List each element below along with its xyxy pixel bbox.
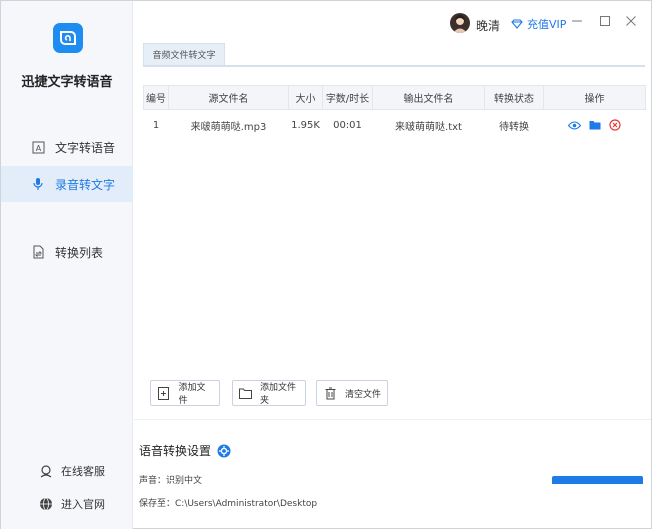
document-a-icon: A	[31, 140, 45, 154]
gear-icon[interactable]	[217, 444, 231, 458]
sidebar-item-convert-list[interactable]: 转换列表	[1, 234, 133, 270]
official-site-label: 进入官网	[61, 498, 105, 511]
table-row[interactable]: 1 来啵萌萌哒.mp3 1.95K 00:01 来啵萌萌哒.txt 待转换	[144, 110, 646, 141]
cell-status: 待转换	[499, 121, 529, 133]
vip-label: 充值VIP	[527, 18, 567, 31]
maximize-button[interactable]	[597, 13, 613, 29]
clear-files-button[interactable]: 清空文件	[316, 380, 388, 406]
header-size: 大小	[288, 85, 323, 110]
delete-circle-icon[interactable]	[609, 119, 621, 131]
settings-title-label: 语音转换设置	[139, 444, 212, 458]
username[interactable]: 晚清	[476, 17, 500, 34]
online-service-label: 在线客服	[61, 465, 105, 478]
sidebar-item-label: 录音转文字	[55, 177, 116, 192]
cell-index: 1	[152, 119, 160, 131]
customer-service-icon	[39, 464, 53, 478]
tab-underline	[143, 65, 645, 67]
sidebar-item-label: 转换列表	[55, 245, 104, 260]
svg-text:A: A	[35, 144, 41, 153]
header-output-file: 输出文件名	[372, 85, 485, 110]
microphone-icon	[31, 177, 45, 191]
add-folder-label: 添加文件夹	[260, 383, 297, 406]
table-header-row: 编号 源文件名 大小 字数/时长 输出文件名 转换状态 操作	[143, 85, 646, 110]
clear-files-label: 清空文件	[345, 389, 382, 400]
sidebar-item-text-to-speech[interactable]: A 文字转语音	[1, 129, 133, 165]
trash-icon	[323, 386, 337, 400]
header-duration: 字数/时长	[322, 85, 373, 110]
add-folder-button[interactable]: 添加文件夹	[232, 380, 306, 406]
online-service-link[interactable]: 在线客服	[1, 460, 133, 482]
voice-setting[interactable]: 声音：识别中文	[139, 473, 202, 486]
header-index: 编号	[143, 85, 169, 110]
cell-output-file: 来啵萌萌哒.txt	[395, 121, 462, 133]
diamond-icon	[511, 19, 523, 29]
recharge-vip-button[interactable]: 充值VIP	[511, 16, 566, 32]
app-logo-icon	[53, 23, 83, 53]
open-folder-icon[interactable]	[589, 120, 601, 130]
header-source-file: 源文件名	[168, 85, 289, 110]
settings-title: 语音转换设置	[139, 442, 231, 459]
file-table: 编号 源文件名 大小 字数/时长 输出文件名 转换状态 操作 1 来啵萌萌哒.m…	[143, 85, 646, 140]
tab-audio-to-text[interactable]: 音频文件转文字	[143, 43, 225, 65]
add-file-icon	[157, 386, 170, 400]
folder-icon	[239, 386, 252, 400]
avatar[interactable]	[450, 13, 470, 33]
cell-source-file: 来啵萌萌哒.mp3	[190, 121, 267, 133]
sidebar-item-speech-to-text[interactable]: 录音转文字	[1, 166, 133, 202]
cell-duration: 00:01	[333, 119, 362, 131]
cell-size: 1.95K	[291, 119, 320, 131]
minimize-button[interactable]	[569, 13, 585, 29]
start-convert-button[interactable]	[552, 476, 643, 484]
save-path-setting[interactable]: 保存至：C:\Users\Administrator\Desktop	[139, 496, 317, 509]
add-file-label: 添加文件	[178, 383, 206, 406]
app-window: 迅捷文字转语音 A 文字转语音 录音转文字 转换列表 在线客服 进入官网 晚清 …	[0, 0, 652, 529]
globe-icon	[39, 497, 53, 511]
panel-divider	[134, 419, 651, 420]
cell-actions	[544, 110, 646, 141]
close-button[interactable]	[623, 13, 639, 29]
official-site-link[interactable]: 进入官网	[1, 493, 133, 515]
header-status: 转换状态	[484, 85, 544, 110]
title-bar: 晚清 充值VIP	[134, 1, 651, 41]
sidebar: 迅捷文字转语音 A 文字转语音 录音转文字 转换列表 在线客服 进入官网	[1, 1, 133, 529]
add-file-button[interactable]: 添加文件	[150, 380, 220, 406]
convert-list-icon	[31, 245, 45, 259]
preview-eye-icon[interactable]	[568, 120, 581, 130]
sidebar-item-label: 文字转语音	[55, 140, 116, 155]
header-actions: 操作	[543, 85, 646, 110]
app-name: 迅捷文字转语音	[21, 75, 113, 90]
